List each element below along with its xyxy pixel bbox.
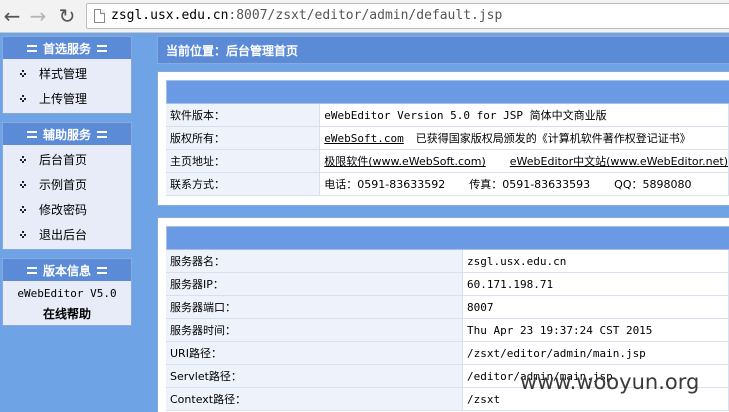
bullet-icon: [20, 181, 27, 188]
server-info-header: [166, 226, 729, 250]
menu-bars-icon: [97, 266, 107, 274]
ewebsoft-link[interactable]: eWebSoft.com: [324, 132, 403, 145]
qq-text: QQ：5898080: [614, 178, 692, 191]
sidebar-panel-version: 版本信息 eWebEditor V5.0 在线帮助: [2, 258, 132, 326]
table-row: 服务器IP： 60.171.198.71: [166, 273, 729, 296]
watermark: www.wooyun.org: [520, 370, 700, 394]
url-path: :8007/zsxt/editor/admin/default.jsp: [228, 8, 503, 23]
table-row: 服务器时间： Thu Apr 23 19:37:24 CST 2015: [166, 319, 729, 342]
sidebar-item-example-home[interactable]: 示例首页: [3, 172, 131, 197]
panel-header: 辅助服务: [3, 123, 131, 145]
version-info: eWebEditor V5.0: [3, 283, 131, 303]
sidebar-item-style-manage[interactable]: 样式管理: [3, 61, 131, 86]
row-key: 主页地址：: [166, 150, 321, 173]
online-help-link[interactable]: 在线帮助: [3, 303, 131, 323]
breadcrumb-text: 当前位置：后台管理首页: [166, 43, 299, 58]
address-bar[interactable]: zsgl.usx.edu.cn:8007/zsxt/editor/admin/d…: [86, 3, 729, 29]
row-value: 8007: [463, 296, 729, 319]
reload-icon[interactable]: ↻: [55, 4, 79, 28]
menu-bars-icon: [26, 44, 37, 52]
bullet-icon: [20, 206, 27, 213]
sidebar-panel-preferred: 首选服务 样式管理 上传管理: [2, 36, 132, 114]
version-text: eWebEditor V5.0: [17, 286, 117, 300]
phone-text: 电话：0591-83633592: [324, 178, 446, 191]
row-key: 服务器时间：: [166, 319, 463, 342]
bullet-icon: [20, 156, 27, 163]
menu-bars-icon: [26, 130, 37, 138]
row-value: 60.171.198.71: [463, 273, 729, 296]
sidebar-item-label: 样式管理: [39, 67, 88, 81]
row-key: Servlet路径：: [166, 365, 463, 388]
row-value: eWebEditor Version 5.0 for JSP 简体中文商业版: [320, 104, 729, 127]
row-value: 电话：0591-83633592 传真：0591-83633593 QQ：58980…: [320, 173, 729, 196]
table-row: 主页地址： 极限软件(www.eWebSoft.com) eWebEditor中文…: [166, 150, 729, 173]
page-icon: [94, 9, 105, 23]
row-key: 软件版本：: [166, 104, 321, 127]
row-key: 服务器名：: [166, 250, 463, 273]
sidebar-item-change-password[interactable]: 修改密码: [3, 197, 131, 222]
bullet-icon: [20, 70, 27, 77]
row-value: 极限软件(www.eWebSoft.com) eWebEditor中文站(www.…: [320, 150, 729, 173]
panel-title: 版本信息: [42, 263, 91, 278]
url-text[interactable]: zsgl.usx.edu.cn:8007/zsxt/editor/admin/d…: [111, 8, 502, 23]
sidebar-item-label: 上传管理: [39, 92, 88, 106]
table-row: 软件版本： eWebEditor Version 5.0 for JSP 简体中…: [166, 104, 729, 127]
software-info-box: 软件版本： eWebEditor Version 5.0 for JSP 简体中…: [157, 71, 729, 206]
browser-toolbar: ← → ↻ zsgl.usx.edu.cn:8007/zsxt/editor/a…: [0, 0, 729, 33]
table-row: 联系方式： 电话：0591-83633592 传真：0591-83633593 QQ…: [166, 173, 729, 196]
sidebar-item-label: 修改密码: [39, 203, 88, 217]
chinese-site-link[interactable]: eWebEditor中文站(www.eWebEditor.net): [510, 155, 728, 168]
copyright-text: 已获得国家版权局颁发的《计算机软件著作权登记证书》: [415, 132, 691, 145]
software-version-value: eWebEditor Version 5.0 for JSP 简体中文商业版: [324, 109, 607, 122]
url-host: zsgl.usx.edu.cn: [111, 8, 229, 23]
homepage-link[interactable]: 极限软件(www.eWebSoft.com): [324, 155, 486, 168]
row-value: /zsxt/editor/admin/main.jsp: [463, 342, 729, 365]
panel-header: 首选服务: [3, 37, 131, 59]
row-key: Context路径：: [166, 388, 463, 411]
forward-arrow-icon[interactable]: →: [26, 4, 50, 28]
software-info-table: 软件版本： eWebEditor Version 5.0 for JSP 简体中…: [166, 104, 729, 196]
fax-text: 传真：0591-83633593: [469, 178, 591, 191]
online-help-label: 在线帮助: [42, 306, 91, 321]
row-key: URI路径：: [166, 342, 463, 365]
row-value: zsgl.usx.edu.cn: [463, 250, 729, 273]
sidebar-panel-auxiliary: 辅助服务 后台首页 示例首页 修改密码 退出后台: [2, 122, 132, 250]
bullet-icon: [20, 231, 27, 238]
table-row: 版权所有： eWebSoft.com 已获得国家版权局颁发的《计算机软件著作权登记…: [166, 127, 729, 150]
table-row: URI路径： /zsxt/editor/admin/main.jsp: [166, 342, 729, 365]
table-row: 服务器端口： 8007: [166, 296, 729, 319]
panel-title: 辅助服务: [42, 127, 91, 142]
sidebar-item-label: 示例首页: [39, 178, 88, 192]
row-value: Thu Apr 23 19:37:24 CST 2015: [463, 319, 729, 342]
software-info-header: [166, 80, 729, 104]
panel-title: 首选服务: [42, 41, 91, 56]
row-key: 服务器端口：: [166, 296, 463, 319]
row-key: 服务器IP：: [166, 273, 463, 296]
row-key: 版权所有：: [166, 127, 321, 150]
table-row: 服务器名： zsgl.usx.edu.cn: [166, 250, 729, 273]
menu-bars-icon: [97, 44, 107, 52]
panel-header: 版本信息: [3, 259, 131, 281]
menu-bars-icon: [97, 130, 107, 138]
sidebar-item-admin-home[interactable]: 后台首页: [3, 147, 131, 172]
sidebar-item-logout[interactable]: 退出后台: [3, 222, 131, 247]
sidebar-item-label: 退出后台: [39, 228, 88, 242]
page-frame: 首选服务 样式管理 上传管理 辅助服务 后台首页 示例首页 修改密码 退出后台 …: [0, 33, 729, 412]
row-value: eWebSoft.com 已获得国家版权局颁发的《计算机软件著作权登记证书》: [320, 127, 729, 150]
back-arrow-icon[interactable]: ←: [0, 4, 24, 28]
menu-bars-icon: [26, 266, 37, 274]
sidebar-item-upload-manage[interactable]: 上传管理: [3, 86, 131, 111]
sidebar-item-label: 后台首页: [39, 153, 88, 167]
row-key: 联系方式：: [166, 173, 321, 196]
bullet-icon: [20, 95, 27, 102]
breadcrumb: 当前位置：后台管理首页: [157, 36, 729, 64]
